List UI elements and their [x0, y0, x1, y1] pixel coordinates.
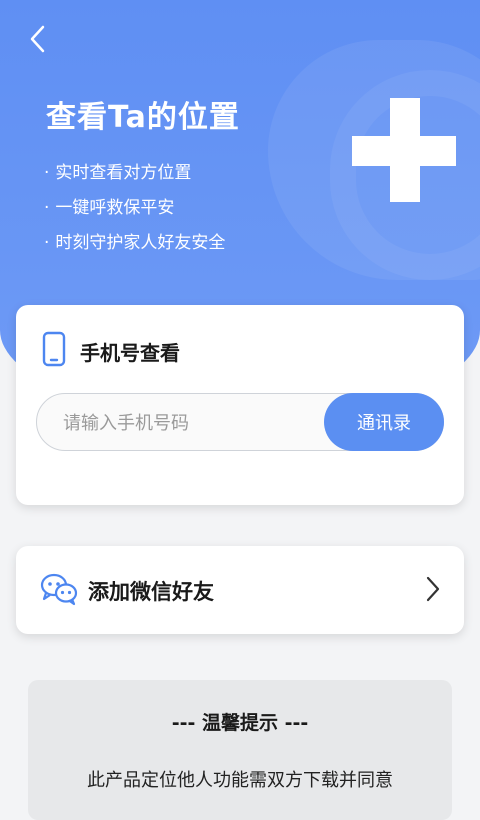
tips-panel: --- 温馨提示 --- 此产品定位他人功能需双方下载并同意 — [28, 680, 452, 820]
add-wechat-friend-label: 添加微信好友 — [88, 580, 214, 604]
phone-input-wrapper: 通讯录 — [36, 393, 444, 451]
tips-title: --- 温馨提示 --- — [171, 712, 309, 734]
feature-item: · 实时查看对方位置 — [44, 163, 192, 183]
add-wechat-friend-row[interactable]: 添加微信好友 — [16, 546, 464, 634]
phone-lookup-card: 手机号查看 通讯录 — [16, 305, 464, 505]
feature-item: · 一键呼救保平安 — [44, 198, 175, 218]
wechat-icon — [40, 572, 78, 610]
contacts-button[interactable]: 通讯录 — [324, 393, 444, 451]
phone-number-input[interactable] — [61, 406, 325, 440]
chevron-right-icon — [426, 576, 440, 606]
chevron-left-icon — [30, 25, 45, 53]
tips-body: 此产品定位他人功能需双方下载并同意 — [87, 770, 393, 791]
feature-list: · 实时查看对方位置 · 一键呼救保平安 · 时刻守护家人好友安全 — [44, 160, 225, 265]
feature-item: · 时刻守护家人好友安全 — [44, 233, 226, 253]
smartphone-icon — [42, 331, 66, 371]
phone-lookup-title: 手机号查看 — [80, 341, 180, 365]
page-title: 查看Ta的位置 — [46, 100, 240, 135]
back-button[interactable] — [22, 24, 52, 54]
plus-icon — [352, 98, 456, 202]
